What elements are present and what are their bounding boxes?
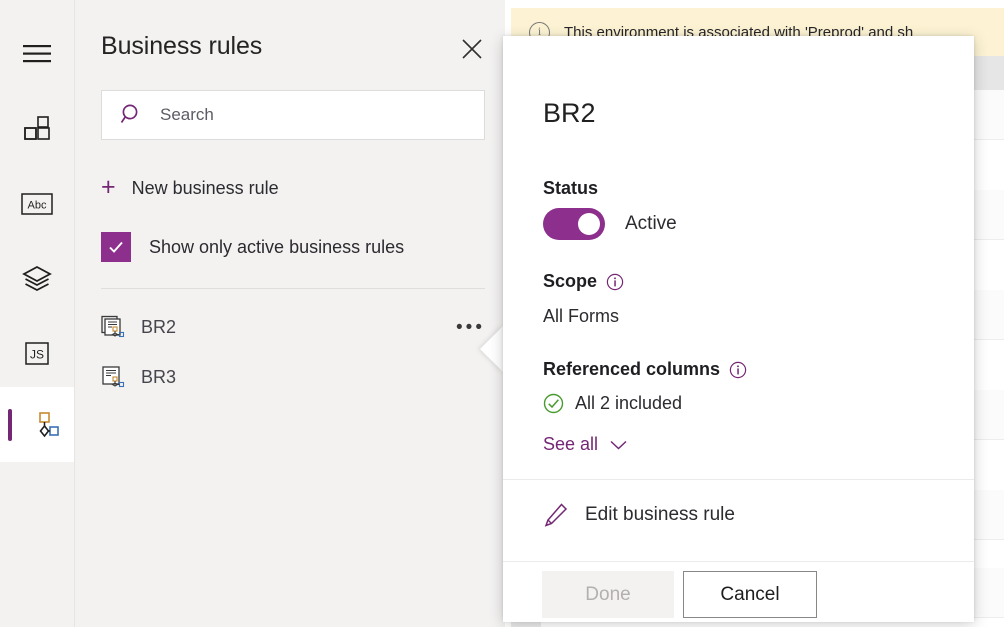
status-toggle[interactable] — [543, 208, 605, 240]
scope-label-text: Scope — [543, 271, 597, 292]
search-box[interactable] — [101, 90, 485, 140]
referenced-columns-status-text: All 2 included — [575, 393, 682, 414]
checkmark-circle-icon — [543, 393, 564, 414]
list-item-label: BR2 — [141, 317, 176, 338]
done-button[interactable]: Done — [542, 571, 674, 618]
info-icon[interactable] — [729, 361, 747, 379]
business-rule-details-callout: BR2 Status Active Scope — [503, 36, 974, 621]
hamburger-icon — [22, 43, 52, 65]
callout-body: BR2 Status Active Scope — [503, 36, 974, 561]
list-item-label: BR3 — [141, 367, 176, 388]
callout-footer: Done Cancel — [503, 561, 974, 622]
sidebar-item-javascript[interactable]: JS — [0, 316, 74, 391]
business-rule-icon — [101, 315, 125, 339]
svg-text:Abc: Abc — [28, 199, 47, 211]
callout-title: BR2 — [543, 98, 596, 129]
abc-icon: Abc — [21, 192, 53, 216]
search-icon — [120, 103, 144, 127]
sidebar-selection-indicator — [8, 409, 12, 441]
business-rule-icon — [101, 365, 125, 389]
chevron-down-icon — [609, 439, 628, 451]
left-icon-rail: Abc JS — [0, 0, 75, 627]
edit-business-rule-label: Edit business rule — [585, 504, 735, 526]
new-business-rule-label: New business rule — [132, 178, 279, 199]
pencil-icon — [543, 502, 569, 528]
see-all-label: See all — [543, 434, 598, 455]
components-icon — [23, 115, 51, 143]
checkmark-icon — [107, 238, 125, 256]
edit-business-rule-button[interactable]: Edit business rule — [543, 498, 735, 532]
referenced-columns-status: All 2 included — [543, 393, 682, 414]
list-item-br3[interactable]: BR3 — [101, 356, 485, 398]
plus-icon: + — [101, 175, 116, 200]
status-section-label: Status — [543, 178, 598, 199]
svg-text:JS: JS — [30, 347, 44, 361]
panel-header: Business rules — [75, 0, 505, 86]
new-business-rule-button[interactable]: + New business rule — [101, 168, 279, 208]
status-label-text: Status — [543, 178, 598, 199]
toggle-knob — [578, 213, 600, 235]
referenced-columns-label-text: Referenced columns — [543, 359, 720, 380]
app-root: i This environment is associated with 'P… — [0, 0, 1004, 627]
sidebar-item-text-columns[interactable]: Abc — [0, 166, 74, 241]
panel-divider — [101, 288, 485, 289]
business-rules-panel: Business rules + New business rule — [75, 0, 505, 627]
show-only-active-checkbox-row[interactable]: Show only active business rules — [101, 228, 404, 266]
sidebar-item-hamburger-menu[interactable] — [0, 16, 74, 91]
layers-icon — [22, 265, 52, 293]
sidebar-item-layers[interactable] — [0, 241, 74, 316]
callout-separator — [503, 479, 974, 480]
page-title: Business rules — [101, 32, 262, 61]
close-icon — [461, 38, 483, 60]
callout-beak — [480, 325, 504, 373]
see-all-link[interactable]: See all — [543, 434, 628, 455]
js-icon: JS — [23, 341, 51, 367]
info-icon[interactable] — [606, 273, 624, 291]
list-item-br2[interactable]: BR2 ••• — [101, 306, 485, 348]
sidebar-item-components[interactable] — [0, 91, 74, 166]
search-input[interactable] — [160, 105, 460, 125]
referenced-columns-section-label: Referenced columns — [543, 359, 747, 380]
sidebar-item-business-rules[interactable] — [0, 387, 74, 462]
status-toggle-row[interactable]: Active — [543, 208, 677, 240]
cancel-button[interactable]: Cancel — [683, 571, 817, 618]
show-only-active-checkbox[interactable] — [101, 232, 131, 262]
status-value: Active — [625, 213, 677, 235]
scope-value: All Forms — [543, 306, 619, 327]
show-only-active-label: Show only active business rules — [149, 237, 404, 258]
business-rule-flow-icon — [29, 410, 59, 440]
close-panel-button[interactable] — [457, 34, 487, 64]
scope-section-label: Scope — [543, 271, 624, 292]
